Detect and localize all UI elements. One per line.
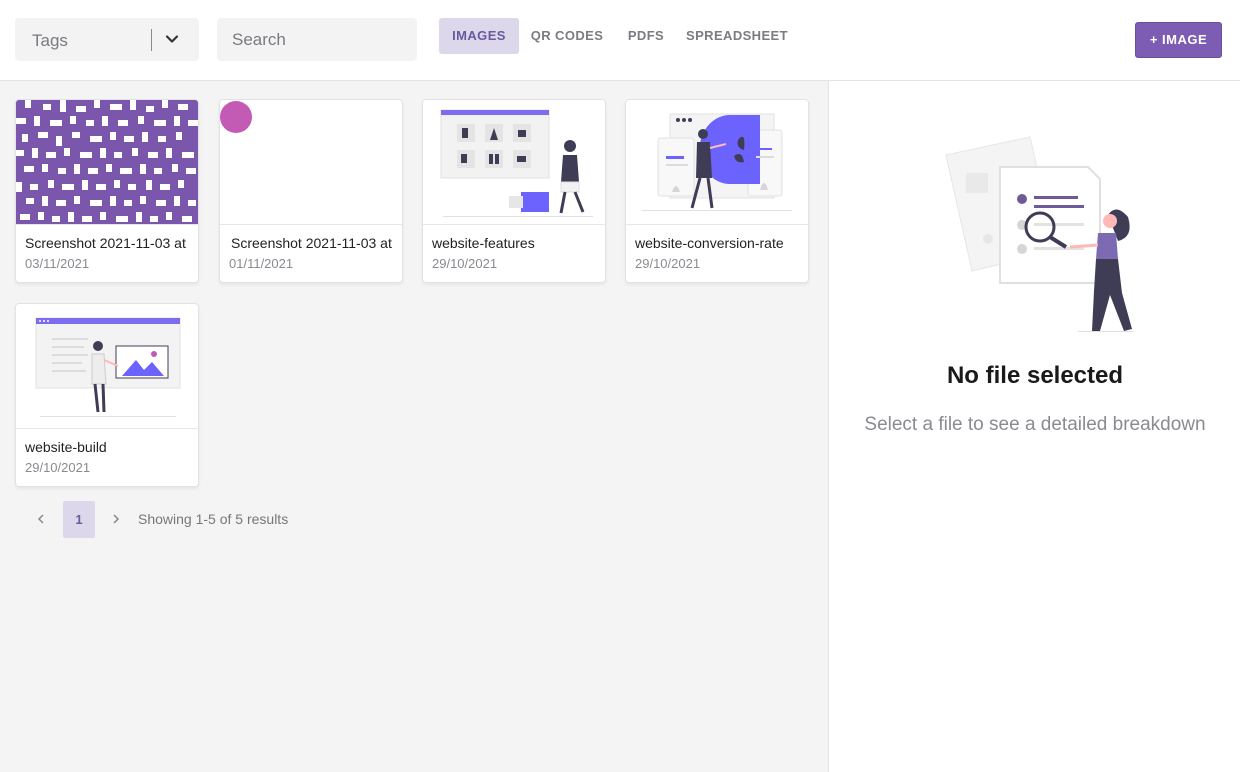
tags-select-divider	[151, 29, 152, 51]
file-date: 29/10/2021	[25, 460, 91, 475]
tab-spreadsheet[interactable]: SPREADSHEET	[684, 18, 790, 54]
chevron-right-icon[interactable]	[108, 510, 124, 528]
file-card[interactable]: website-features 29/10/2021	[422, 99, 606, 283]
file-name: website-features	[432, 235, 535, 251]
chevron-down-icon[interactable]	[163, 30, 181, 48]
pink-dot-image	[220, 100, 402, 225]
detail-subtitle: Select a file to see a detailed breakdow…	[864, 414, 1206, 435]
add-image-button[interactable]: + IMAGE	[1135, 22, 1222, 58]
page-button-current[interactable]: 1	[63, 501, 95, 538]
file-name: Screenshot 2021-11-03 at	[25, 235, 186, 251]
tab-images[interactable]: IMAGES	[439, 18, 519, 54]
file-name: website-conversion-rate	[635, 235, 784, 251]
no-file-illustration	[945, 136, 1134, 332]
tags-select-label: Tags	[32, 31, 68, 50]
file-grid-panel: Screenshot 2021-11-03 at 03/11/2021 Scre…	[0, 81, 829, 772]
tags-select[interactable]: Tags	[15, 18, 199, 61]
tab-qr-codes[interactable]: QR CODES	[526, 18, 608, 54]
file-date: 29/10/2021	[432, 256, 498, 271]
results-summary: Showing 1-5 of 5 results	[138, 511, 289, 527]
file-date: 03/11/2021	[25, 256, 90, 271]
qr-code-image	[16, 100, 198, 225]
website-features-illustration	[423, 100, 605, 225]
detail-panel: No file selected Select a file to see a …	[830, 81, 1240, 772]
search-input[interactable]	[217, 18, 417, 61]
file-card[interactable]: Screenshot 2021-11-03 at 03/11/2021	[15, 99, 199, 283]
file-name: Screenshot 2021-11-03 at	[231, 235, 392, 251]
top-toolbar: Tags IMAGES QR CODES PDFS SPREADSHEET + …	[0, 0, 1240, 81]
chevron-left-icon[interactable]	[33, 510, 49, 528]
website-build-illustration	[16, 304, 198, 429]
file-card[interactable]: website-build 29/10/2021	[15, 303, 199, 487]
file-card[interactable]: website-conversion-rate 29/10/2021	[625, 99, 809, 283]
file-date: 01/11/2021	[229, 256, 294, 271]
detail-title: No file selected	[946, 362, 1124, 389]
file-date: 29/10/2021	[635, 256, 701, 271]
tab-pdfs[interactable]: PDFS	[620, 18, 672, 54]
file-card[interactable]: Screenshot 2021-11-03 at 01/11/2021	[219, 99, 403, 283]
website-conversion-illustration	[626, 100, 808, 225]
file-name: website-build	[25, 439, 107, 455]
